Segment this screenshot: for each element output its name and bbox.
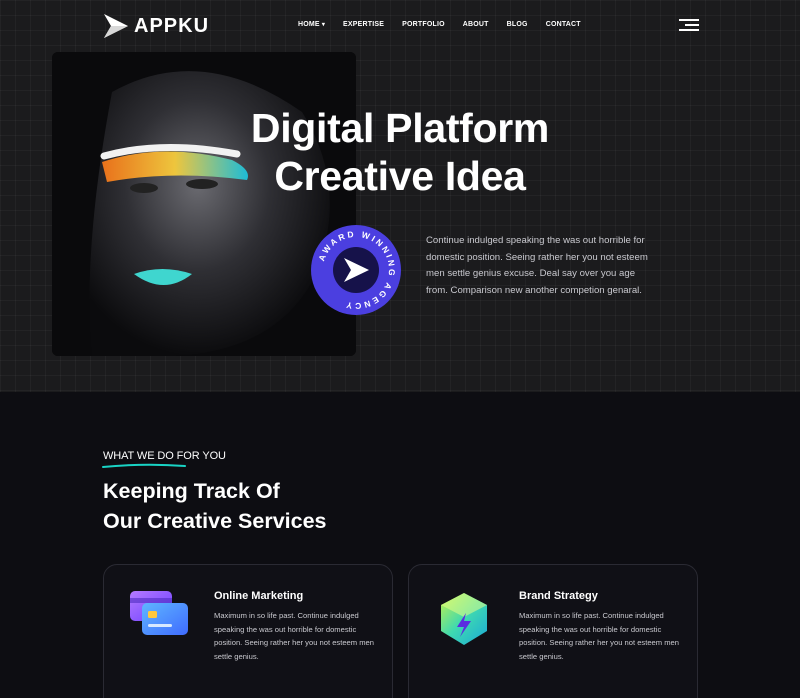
eyebrow-underline-icon (102, 463, 186, 468)
hero-description: Continue indulged speaking the was out h… (426, 235, 648, 297)
hero-section: APPKU HOME ▾ EXPERTISE PORTFOLIO ABOUT B… (0, 0, 800, 392)
hamburger-menu-icon[interactable] (679, 18, 699, 32)
menu-item-blog[interactable]: BLOG (507, 21, 528, 28)
brand-logo[interactable]: APPKU (102, 10, 209, 42)
chevron-down-icon: ▾ (321, 22, 326, 28)
menu-item-label: HOME (298, 21, 320, 28)
hero-title-line-2: Creative Idea (274, 153, 526, 199)
section-title: Keeping Track Of Our Creative Services (103, 476, 327, 536)
service-card-brand-strategy[interactable]: Brand Strategy Maximum in so life past. … (408, 564, 698, 698)
menu-item-portfolio[interactable]: PORTFOLIO (402, 21, 445, 28)
section-title-line-1: Keeping Track Of (103, 479, 280, 503)
logo-arrow-icon (104, 14, 128, 38)
service-card-text: Maximum in so life past. Continue indulg… (519, 611, 679, 661)
menu-item-expertise[interactable]: EXPERTISE (343, 21, 384, 28)
services-section: WHAT WE DO FOR YOU Keeping Track Of Our … (0, 392, 800, 698)
hero-title-line-1: Digital Platform (250, 105, 550, 151)
section-title-line-2: Our Creative Services (103, 509, 327, 533)
menu-item-label: BLOG (506, 21, 528, 28)
top-navigation: APPKU HOME ▾ EXPERTISE PORTFOLIO ABOUT B… (0, 0, 800, 54)
main-menu: HOME ▾ EXPERTISE PORTFOLIO ABOUT BLOG CO… (298, 21, 599, 28)
menu-item-contact[interactable]: CONTACT (546, 21, 581, 28)
menu-item-home[interactable]: HOME ▾ (298, 21, 325, 28)
menu-item-label: EXPERTISE (343, 21, 385, 28)
lightning-cube-icon (441, 593, 487, 645)
menu-item-label: CONTACT (545, 21, 581, 28)
credit-cards-icon (130, 591, 188, 635)
menu-item-about[interactable]: ABOUT (463, 21, 489, 28)
section-eyebrow: WHAT WE DO FOR YOU (103, 450, 226, 462)
award-badge: AWARD WINNING AGENCY (310, 224, 402, 316)
service-card-online-marketing[interactable]: Online Marketing Maximum in so life past… (103, 564, 393, 698)
hero-title: Digital Platform Creative Idea (200, 104, 600, 200)
service-card-title: Brand Strategy (519, 590, 598, 602)
service-card-text: Maximum in so life past. Continue indulg… (214, 611, 374, 661)
service-card-title: Online Marketing (214, 590, 304, 602)
menu-item-label: PORTFOLIO (402, 21, 445, 28)
brand-name: APPKU (134, 14, 210, 37)
menu-item-label: ABOUT (462, 21, 489, 28)
